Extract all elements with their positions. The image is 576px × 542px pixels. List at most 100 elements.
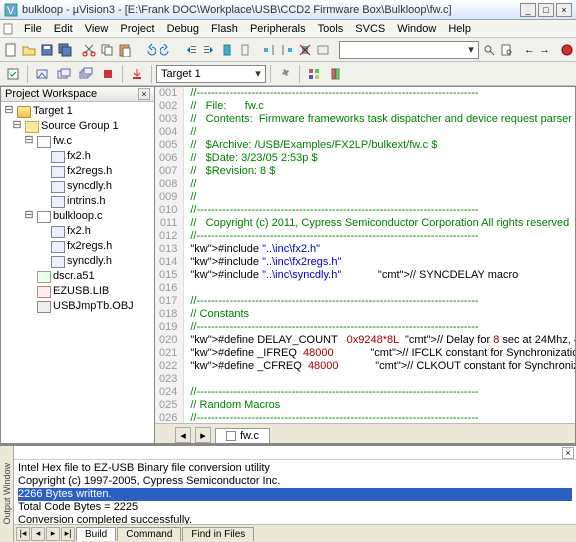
output-tab-first-icon[interactable]: |◂ [16, 527, 30, 541]
bookmark-next-icon[interactable] [279, 40, 295, 60]
tree-node[interactable]: ⊟fw.c [3, 134, 152, 149]
output-line[interactable]: Conversion completed successfully. [18, 514, 572, 524]
svg-text:V: V [7, 5, 15, 17]
nav-fwd-icon[interactable]: → [538, 40, 551, 60]
menu-flash[interactable]: Flash [205, 22, 244, 36]
editor-tab-label: fw.c [240, 430, 259, 442]
rebuild-icon[interactable] [54, 64, 74, 84]
output-line[interactable]: 2266 Bytes written. [18, 488, 572, 501]
workspace-close-icon[interactable]: × [138, 88, 150, 100]
build-all-icon[interactable] [76, 64, 96, 84]
expander-icon[interactable]: ⊟ [23, 134, 35, 149]
indent-right-icon[interactable] [201, 40, 217, 60]
output-side-label: Output Window [0, 446, 14, 542]
save-all-icon[interactable] [57, 40, 73, 60]
output-line[interactable]: Total Code Bytes = 2225 [18, 501, 572, 514]
nav-back-icon[interactable]: ← [523, 40, 536, 60]
tree-file-icon [51, 226, 65, 238]
output-tab-command[interactable]: Command [117, 527, 181, 541]
build-target-icon[interactable] [32, 64, 52, 84]
expander-icon[interactable]: ⊟ [23, 209, 35, 224]
code-area[interactable]: 001 002 003 004 005 006 007 008 009 010 … [155, 87, 575, 423]
menu-help[interactable]: Help [442, 22, 477, 36]
tree-node[interactable]: USBJmpTb.OBJ [3, 299, 152, 314]
tree-node[interactable]: fx2.h [3, 224, 152, 239]
close-button[interactable]: × [556, 3, 572, 17]
find-icon[interactable] [481, 40, 497, 60]
tree-node[interactable]: dscr.a51 [3, 269, 152, 284]
menu-edit[interactable]: Edit [48, 22, 79, 36]
cut-icon[interactable] [81, 40, 97, 60]
tree-file-icon [51, 256, 65, 268]
expander-icon[interactable]: ⊟ [3, 104, 15, 119]
books-icon[interactable] [326, 64, 346, 84]
menu-tools[interactable]: Tools [312, 22, 350, 36]
open-icon[interactable] [21, 40, 37, 60]
new-icon[interactable] [3, 40, 19, 60]
menu-debug[interactable]: Debug [161, 22, 205, 36]
output-tab-build[interactable]: Build [76, 527, 116, 541]
bookmark-clear-icon[interactable] [297, 40, 313, 60]
tab-nav-next-icon[interactable]: ▸ [195, 427, 211, 443]
output-line[interactable]: Intel Hex file to EZ-USB Binary file con… [18, 462, 572, 475]
tree-node[interactable]: intrins.h [3, 194, 152, 209]
editor-tab-active[interactable]: fw.c [215, 428, 270, 443]
paste-icon[interactable] [117, 40, 133, 60]
save-icon[interactable] [39, 40, 55, 60]
find-combo[interactable]: ▾ [339, 41, 479, 59]
output-tab-last-icon[interactable]: ▸| [61, 527, 75, 541]
find-in-files-icon[interactable] [499, 40, 515, 60]
copy-icon[interactable] [99, 40, 115, 60]
tree-node[interactable]: fx2regs.h [3, 239, 152, 254]
debug-icon[interactable] [559, 40, 575, 60]
output-tab-findinfiles[interactable]: Find in Files [182, 527, 254, 541]
menu-project[interactable]: Project [114, 22, 160, 36]
tab-nav-prev-icon[interactable]: ◂ [175, 427, 191, 443]
tree-file-icon [51, 151, 65, 163]
minimize-button[interactable]: _ [520, 3, 536, 17]
tree-label: Target 1 [33, 104, 73, 119]
code-content[interactable]: //--------------------------------------… [184, 87, 575, 423]
stop-build-icon[interactable] [98, 64, 118, 84]
options-icon[interactable] [275, 64, 295, 84]
indent-left-icon[interactable] [183, 40, 199, 60]
menu-peripherals[interactable]: Peripherals [244, 22, 312, 36]
app-icon: V [4, 3, 18, 17]
tree-node[interactable]: fx2regs.h [3, 164, 152, 179]
output-text[interactable]: Intel Hex file to EZ-USB Binary file con… [14, 460, 576, 524]
tree-label: fx2regs.h [67, 164, 112, 179]
bookmark-prev-icon[interactable] [261, 40, 277, 60]
project-tree[interactable]: ⊟Target 1⊟Source Group 1⊟fw.cfx2.hfx2reg… [1, 102, 154, 443]
doc-icon [2, 22, 16, 36]
tree-file-icon [51, 166, 65, 178]
output-tab-prev-icon[interactable]: ◂ [31, 527, 45, 541]
tree-label: bulkloop.c [53, 209, 103, 224]
menu-file[interactable]: File [18, 22, 48, 36]
output-close-icon[interactable]: × [562, 447, 574, 459]
tree-file-icon [37, 136, 51, 148]
target-combo[interactable]: Target 1▾ [156, 65, 266, 83]
maximize-button[interactable]: □ [538, 3, 554, 17]
translate-icon[interactable] [3, 64, 23, 84]
tree-node[interactable]: syncdly.h [3, 254, 152, 269]
output-window: Output Window × Intel Hex file to EZ-USB… [0, 444, 576, 542]
menu-window[interactable]: Window [391, 22, 442, 36]
tree-node[interactable]: ⊟ bulkloop.c [3, 209, 152, 224]
output-tab-next-icon[interactable]: ▸ [46, 527, 60, 541]
manage-icon[interactable] [304, 64, 324, 84]
menu-svcs[interactable]: SVCS [349, 22, 391, 36]
redo-icon[interactable] [159, 40, 175, 60]
tree-node[interactable]: ⊟ Target 1 [3, 104, 152, 119]
expander-icon[interactable]: ⊟ [11, 119, 23, 134]
menu-view[interactable]: View [79, 22, 115, 36]
tree-node[interactable]: syncdly.h [3, 179, 152, 194]
toggle-all-icon[interactable] [315, 40, 331, 60]
undo-icon[interactable] [141, 40, 157, 60]
download-icon[interactable] [127, 64, 147, 84]
tree-node[interactable]: ⊟Source Group 1 [3, 119, 152, 134]
tree-node[interactable]: fx2.h [3, 149, 152, 164]
tree-node[interactable]: EZUSB.LIB [3, 284, 152, 299]
bookmark-icon[interactable] [219, 40, 235, 60]
output-line[interactable]: Copyright (c) 1997-2005, Cypress Semicon… [18, 475, 572, 488]
bookmark-toggle-icon[interactable] [237, 40, 253, 60]
